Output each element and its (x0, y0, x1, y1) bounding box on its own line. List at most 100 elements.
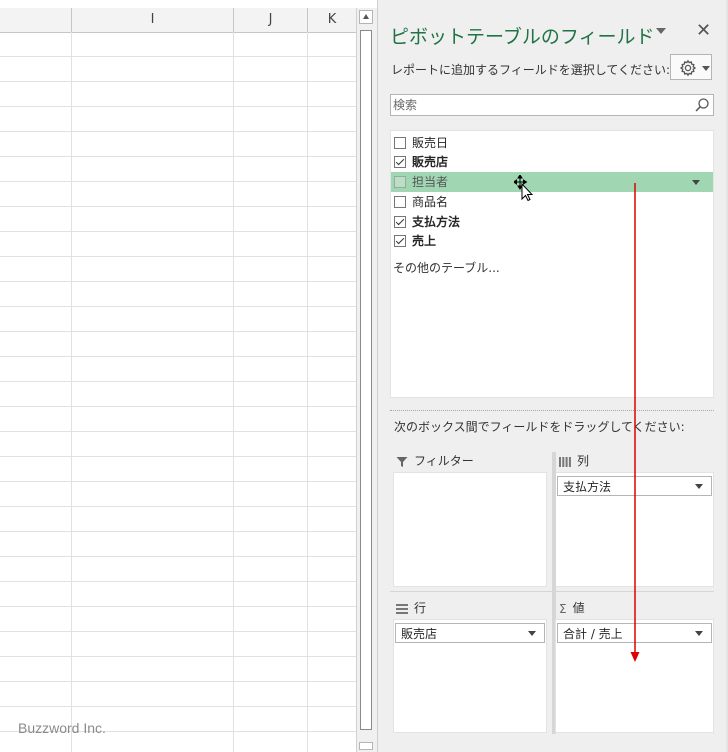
field-search-input[interactable] (393, 95, 683, 115)
filter-icon (396, 456, 408, 467)
rows-field-chip[interactable]: 販売店 (395, 623, 545, 643)
values-field-chip[interactable]: 合計 / 売上 (557, 623, 712, 643)
chevron-down-icon (695, 631, 703, 636)
filter-drop-area[interactable] (393, 472, 547, 587)
grid-row[interactable] (0, 232, 356, 257)
scroll-up-button[interactable] (359, 10, 373, 24)
field-checkbox[interactable] (394, 196, 406, 208)
field-item-sales[interactable]: 売上 (391, 231, 713, 251)
grid-row[interactable] (0, 257, 356, 282)
grid-row[interactable] (0, 207, 356, 232)
grid-line (307, 32, 308, 752)
grid-row[interactable] (0, 382, 356, 407)
grid-row[interactable] (0, 507, 356, 532)
field-label: 販売店 (412, 155, 449, 169)
grid-row[interactable] (0, 557, 356, 582)
tools-button[interactable] (670, 54, 712, 80)
grid-row[interactable] (0, 282, 356, 307)
field-item-staff[interactable]: 担当者 (391, 172, 713, 192)
scroll-thumb[interactable] (360, 30, 372, 730)
column-header-h[interactable] (0, 8, 72, 32)
rows-icon (396, 603, 408, 614)
chip-label: 合計 / 売上 (563, 627, 623, 641)
scroll-down-button[interactable] (359, 742, 373, 750)
pane-splitter[interactable] (390, 410, 714, 412)
values-drop-area[interactable]: 合計 / 売上 (555, 619, 714, 733)
column-header-i[interactable]: I (72, 8, 234, 32)
chip-label: 販売店 (401, 627, 438, 641)
field-checkbox[interactable] (394, 156, 406, 168)
grid-row[interactable] (0, 657, 356, 682)
chip-label: 支払方法 (563, 480, 612, 494)
gear-icon (679, 59, 697, 77)
grid-row[interactable] (0, 632, 356, 657)
chevron-down-icon (695, 484, 703, 489)
filter-area-text: フィルター (414, 454, 474, 468)
field-label: 支払方法 (412, 215, 461, 229)
grid-row[interactable] (0, 582, 356, 607)
field-checkbox[interactable] (394, 235, 406, 247)
pivot-field-pane: ピボットテーブルのフィールド ✕ レポートに追加するフィールドを選択してください… (377, 0, 728, 752)
values-area-text: 値 (572, 601, 585, 615)
grid-row[interactable] (0, 332, 356, 357)
field-search-box[interactable] (390, 94, 714, 116)
chevron-down-icon (528, 631, 536, 636)
field-checkbox[interactable] (394, 137, 406, 149)
area-hint-text: 次のボックス間でフィールドをドラッグしてください: (394, 420, 685, 434)
grid-row[interactable] (0, 682, 356, 707)
chevron-down-icon[interactable] (692, 180, 700, 185)
grid-row[interactable] (0, 607, 356, 632)
grid-row[interactable] (0, 107, 356, 132)
filter-area-label: フィルター (396, 452, 474, 469)
column-header-row: I J K (0, 8, 356, 33)
grid-row[interactable] (0, 82, 356, 107)
chevron-down-icon (702, 66, 710, 71)
columns-drop-area[interactable]: 支払方法 (555, 472, 714, 587)
field-item-store[interactable]: 販売店 (391, 152, 713, 172)
rows-area-label: 行 (396, 599, 426, 616)
grid-row[interactable] (0, 57, 356, 82)
search-icon[interactable] (694, 97, 710, 113)
sigma-icon: Σ (559, 601, 567, 616)
grid-row[interactable] (0, 182, 356, 207)
field-label: 商品名 (412, 195, 449, 209)
pane-title: ピボットテーブルのフィールド (390, 26, 655, 48)
grid-row[interactable] (0, 32, 356, 57)
field-label: 売上 (412, 234, 437, 248)
column-header-j[interactable]: J (234, 8, 308, 32)
field-item-payment[interactable]: 支払方法 (391, 212, 713, 232)
field-item-sales-date[interactable]: 販売日 (391, 133, 713, 153)
grid-row[interactable] (0, 132, 356, 157)
close-icon[interactable]: ✕ (696, 20, 711, 41)
vertical-scrollbar[interactable] (356, 8, 377, 752)
grid-line (71, 32, 72, 752)
grid-row[interactable] (0, 482, 356, 507)
grid-row[interactable] (0, 307, 356, 332)
rows-drop-area[interactable]: 販売店 (393, 619, 547, 733)
columns-field-chip[interactable]: 支払方法 (557, 476, 712, 496)
grid-row[interactable] (0, 157, 356, 182)
grid-row[interactable] (0, 432, 356, 457)
grid-row[interactable] (0, 407, 356, 432)
grid-row[interactable] (0, 457, 356, 482)
more-tables-link[interactable]: その他のテーブル... (393, 259, 500, 276)
field-label: 販売日 (412, 136, 449, 150)
columns-icon (559, 456, 571, 467)
rows-area-text: 行 (414, 601, 427, 615)
columns-area-label: 列 (559, 452, 589, 469)
pane-options-caret-icon[interactable] (656, 28, 666, 34)
values-area-label: Σ値 (559, 599, 585, 616)
field-checkbox[interactable] (394, 176, 406, 188)
field-list: 販売日 販売店 担当者 商品名 支払方法 売上 その他のテーブル... (390, 130, 714, 398)
move-cursor-icon (514, 175, 534, 201)
field-label: 担当者 (412, 175, 449, 189)
pane-subtitle: レポートに追加するフィールドを選択してください: (391, 63, 671, 77)
grid-line (233, 32, 234, 752)
column-header-k[interactable]: K (308, 8, 356, 32)
spreadsheet-grid[interactable]: I J K Buzzword Inc. (0, 0, 356, 752)
columns-area-text: 列 (577, 454, 590, 468)
field-item-product[interactable]: 商品名 (391, 192, 713, 212)
grid-row[interactable] (0, 357, 356, 382)
field-checkbox[interactable] (394, 216, 406, 228)
grid-row[interactable] (0, 532, 356, 557)
